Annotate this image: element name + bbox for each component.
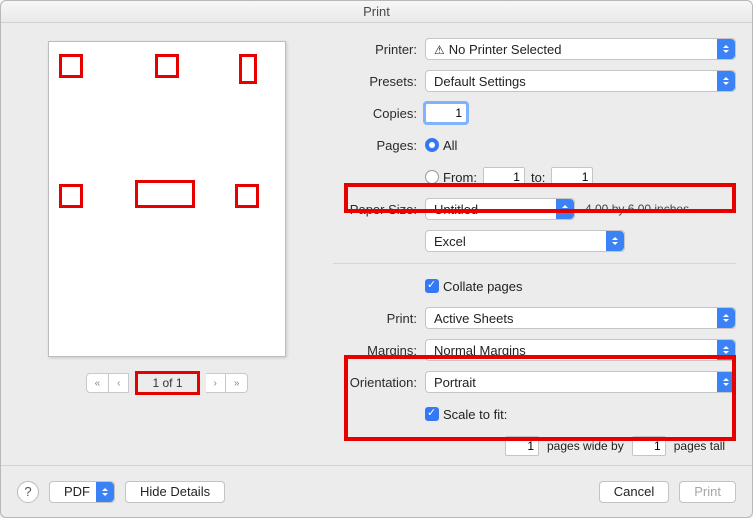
pager-next-button[interactable]: › xyxy=(206,373,226,393)
window-title: Print xyxy=(1,1,752,23)
chevron-updown-icon xyxy=(717,340,735,360)
chevron-updown-icon xyxy=(606,231,624,251)
scale-to-fit-label: Scale to fit: xyxy=(443,407,507,422)
preview-pager: « ‹ 1 of 1 › » xyxy=(86,371,249,395)
highlight-box xyxy=(239,54,257,84)
orientation-select[interactable]: Portrait xyxy=(425,371,736,393)
highlight-box xyxy=(59,184,83,208)
highlight-box xyxy=(135,180,195,208)
scale-to-fit-checkbox[interactable] xyxy=(425,407,439,421)
pages-all-label: All xyxy=(443,138,457,153)
presets-value: Default Settings xyxy=(434,74,526,89)
pager-prev-button[interactable]: ‹ xyxy=(109,373,129,393)
pages-tall-label: pages tall xyxy=(674,439,725,453)
print-dialog: Print « ‹ 1 of 1 › » Printer: xyxy=(0,0,753,518)
chevron-updown-icon xyxy=(717,308,735,328)
pager-last-button[interactable]: » xyxy=(226,373,249,393)
print-form: Printer: No Printer Selected Presets: De… xyxy=(317,35,736,453)
cancel-button[interactable]: Cancel xyxy=(599,481,669,503)
pages-to-input[interactable] xyxy=(551,167,593,187)
paper-size-select[interactable]: Untitled xyxy=(425,198,575,220)
presets-label: Presets: xyxy=(333,74,425,89)
paper-dimensions: 4.00 by 6.00 inches xyxy=(585,202,689,216)
collate-label: Collate pages xyxy=(443,279,523,294)
print-what-label: Print: xyxy=(333,311,425,326)
pages-from-label: From: xyxy=(443,170,477,185)
copies-label: Copies: xyxy=(333,106,425,121)
pages-from-input[interactable] xyxy=(483,167,525,187)
chevron-updown-icon xyxy=(96,482,114,502)
highlight-box xyxy=(235,184,259,208)
pdf-menu-button[interactable]: PDF xyxy=(49,481,115,503)
orientation-value: Portrait xyxy=(434,375,476,390)
app-value: Excel xyxy=(434,234,466,249)
chevron-updown-icon xyxy=(556,199,574,219)
preview-page xyxy=(48,41,286,357)
printer-label: Printer: xyxy=(333,42,425,57)
chevron-updown-icon xyxy=(717,39,735,59)
paper-size-value: Untitled xyxy=(434,202,478,217)
warning-icon xyxy=(434,42,449,57)
orientation-label: Orientation: xyxy=(333,375,425,390)
pages-wide-input[interactable] xyxy=(505,436,539,456)
app-select[interactable]: Excel xyxy=(425,230,625,252)
margins-value: Normal Margins xyxy=(434,343,526,358)
printer-value: No Printer Selected xyxy=(449,42,562,57)
print-what-value: Active Sheets xyxy=(434,311,514,326)
divider xyxy=(333,263,736,264)
pages-from-radio[interactable] xyxy=(425,170,439,184)
margins-select[interactable]: Normal Margins xyxy=(425,339,736,361)
print-what-select[interactable]: Active Sheets xyxy=(425,307,736,329)
paper-size-label: Paper Size: xyxy=(333,202,425,217)
preview-pane: « ‹ 1 of 1 › » xyxy=(17,35,317,453)
dialog-footer: ? PDF Hide Details Cancel Print xyxy=(1,465,752,517)
help-button[interactable]: ? xyxy=(17,481,39,503)
pages-wide-label: pages wide by xyxy=(547,439,624,453)
collate-checkbox[interactable] xyxy=(425,279,439,293)
hide-details-button[interactable]: Hide Details xyxy=(125,481,225,503)
chevron-updown-icon xyxy=(717,71,735,91)
margins-label: Margins: xyxy=(333,343,425,358)
copies-input[interactable] xyxy=(425,103,467,123)
pdf-button-label: PDF xyxy=(64,484,90,499)
highlight-box xyxy=(155,54,179,78)
pages-label: Pages: xyxy=(333,138,425,153)
pages-tall-input[interactable] xyxy=(632,436,666,456)
print-button[interactable]: Print xyxy=(679,481,736,503)
pager-label: 1 of 1 xyxy=(135,371,199,395)
pages-to-label: to: xyxy=(531,170,545,185)
pager-first-button[interactable]: « xyxy=(86,373,110,393)
presets-select[interactable]: Default Settings xyxy=(425,70,736,92)
printer-select[interactable]: No Printer Selected xyxy=(425,38,736,60)
chevron-updown-icon xyxy=(717,372,735,392)
highlight-box xyxy=(59,54,83,78)
pages-all-radio[interactable] xyxy=(425,138,439,152)
